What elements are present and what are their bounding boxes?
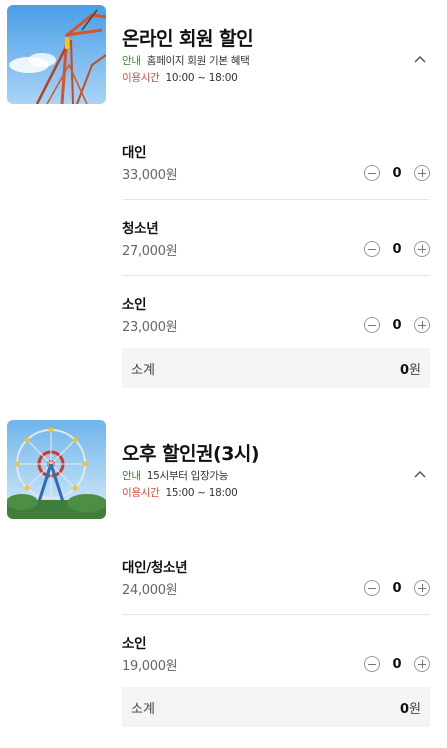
ticket-name: 대인 (122, 145, 147, 161)
quantity-value: 0 (392, 580, 402, 596)
ticket-name: 소인 (122, 297, 147, 313)
quantity-value: 0 (392, 656, 402, 672)
hours-text: 10:00 ~ 18:00 (165, 72, 238, 84)
minus-button[interactable] (364, 580, 380, 596)
product-header: 오후 할인권(3시) 안내 15시부터 입장가능 이용시간 15:00 ~ 18:0… (0, 415, 447, 525)
subtotal-label: 소계 (131, 363, 155, 378)
minus-button[interactable] (364, 165, 380, 181)
quantity-stepper: 0 (364, 241, 430, 257)
chevron-up-icon[interactable] (413, 469, 427, 479)
minus-button[interactable] (364, 241, 380, 257)
subtotal-bar: 소계 0원 (122, 348, 430, 388)
subtotal-value: 0원 (400, 698, 421, 717)
quantity-value: 0 (392, 165, 402, 181)
product-afternoon-discount: 오후 할인권(3시) 안내 15시부터 입장가능 이용시간 15:00 ~ 18:0… (0, 415, 447, 727)
hours-text: 15:00 ~ 18:00 (165, 487, 238, 499)
quantity-stepper: 0 (364, 656, 430, 672)
product-title: 오후 할인권(3시) (122, 443, 260, 465)
ticket-price: 24,000원 (122, 583, 178, 598)
info-text: 홈페이지 회원 기본 혜택 (146, 55, 250, 67)
subtotal-unit: 원 (409, 702, 421, 717)
ticket-name: 대인/청소년 (122, 560, 188, 576)
product-hours-line: 이용시간 10:00 ~ 18:00 (122, 70, 238, 85)
subtotal-label: 소계 (131, 702, 155, 717)
info-tag: 안내 (122, 470, 141, 482)
subtotal-amount: 0 (399, 702, 410, 717)
quantity-value: 0 (392, 241, 402, 257)
plus-button[interactable] (414, 580, 430, 596)
ticket-name: 청소년 (122, 221, 159, 237)
hours-tag: 이용시간 (122, 487, 160, 499)
plus-button[interactable] (414, 317, 430, 333)
ticket-row: 소인 19,000원 0 (122, 615, 430, 691)
plus-button[interactable] (414, 165, 430, 181)
ticket-list: 대인 33,000원 0 청소년 27,000원 0 소인 23,000원 0 (0, 124, 447, 388)
quantity-value: 0 (392, 317, 402, 333)
minus-button[interactable] (364, 656, 380, 672)
subtotal-unit: 원 (409, 363, 421, 378)
chevron-up-icon[interactable] (413, 54, 427, 64)
product-hours-line: 이용시간 15:00 ~ 18:00 (122, 485, 238, 500)
minus-button[interactable] (364, 317, 380, 333)
product-title: 온라인 회원 할인 (122, 28, 254, 50)
ticket-list: 대인/청소년 24,000원 0 소인 19,000원 0 소계 0원 (0, 539, 447, 727)
info-tag: 안내 (122, 55, 141, 67)
ticket-row: 대인/청소년 24,000원 0 (122, 539, 430, 615)
info-text: 15시부터 입장가능 (146, 470, 229, 482)
ticket-row: 소인 23,000원 0 (122, 276, 430, 352)
ticket-row: 청소년 27,000원 0 (122, 200, 430, 276)
ticket-price: 19,000원 (122, 659, 178, 674)
ferris-wheel-image (7, 420, 106, 519)
plus-button[interactable] (414, 241, 430, 257)
product-header: 온라인 회원 할인 안내 홈페이지 회원 기본 혜택 이용시간 10:00 ~ 18… (0, 0, 447, 110)
quantity-stepper: 0 (364, 580, 430, 596)
product-info-line: 안내 15시부터 입장가능 (122, 468, 228, 483)
subtotal-value: 0원 (400, 359, 421, 378)
subtotal-amount: 0 (399, 363, 410, 378)
ticket-price: 27,000원 (122, 244, 178, 259)
subtotal-bar: 소계 0원 (122, 687, 430, 727)
quantity-stepper: 0 (364, 317, 430, 333)
plus-button[interactable] (414, 656, 430, 672)
ticket-name: 소인 (122, 636, 147, 652)
ticket-price: 33,000원 (122, 168, 178, 183)
quantity-stepper: 0 (364, 165, 430, 181)
hours-tag: 이용시간 (122, 72, 160, 84)
product-info-line: 안내 홈페이지 회원 기본 혜택 (122, 53, 250, 68)
roller-coaster-image (7, 5, 106, 104)
ticket-row: 대인 33,000원 0 (122, 124, 430, 200)
ticket-price: 23,000원 (122, 320, 178, 335)
product-online-member: 온라인 회원 할인 안내 홈페이지 회원 기본 혜택 이용시간 10:00 ~ 18… (0, 0, 447, 388)
